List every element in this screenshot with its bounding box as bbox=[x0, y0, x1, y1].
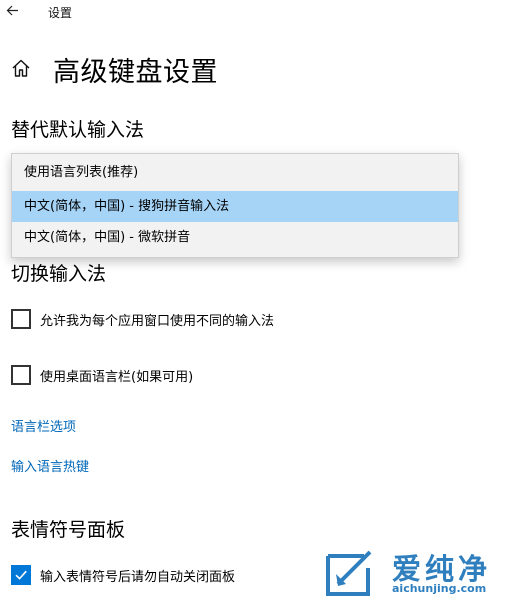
checkbox-box-checked[interactable] bbox=[11, 565, 31, 585]
dropdown-option-sogou[interactable]: 中文(简体，中国) - 搜狗拼音输入法 bbox=[12, 191, 458, 222]
checkbox-box[interactable] bbox=[11, 309, 31, 329]
window-title: 设置 bbox=[48, 6, 73, 20]
checkbox-keep-emoji-panel[interactable]: 输入表情符号后请勿自动关闭面板 bbox=[11, 565, 261, 585]
checkbox-per-app-input[interactable]: 允许我为每个应用窗口使用不同的输入法 bbox=[11, 309, 311, 329]
checkbox-desktop-language-bar[interactable]: 使用桌面语言栏(如果可用) bbox=[11, 365, 211, 385]
page-title: 高级键盘设置 bbox=[53, 57, 218, 88]
watermark-logo-icon bbox=[326, 550, 372, 596]
watermark-url: aichunjing.com bbox=[392, 582, 487, 595]
back-arrow-icon bbox=[6, 5, 18, 16]
back-button[interactable] bbox=[2, 1, 24, 21]
checkmark-icon bbox=[15, 570, 27, 580]
link-language-bar-options[interactable]: 语言栏选项 bbox=[11, 416, 76, 435]
dropdown-option-language-list[interactable]: 使用语言列表(推荐) bbox=[12, 157, 458, 188]
section-title-emoji: 表情符号面板 bbox=[11, 519, 126, 541]
home-icon[interactable] bbox=[10, 57, 32, 79]
section-title-switching: 切换输入法 bbox=[11, 263, 107, 285]
checkbox-label: 输入表情符号后请勿自动关闭面板 bbox=[40, 570, 236, 585]
link-input-language-hotkeys[interactable]: 输入语言热键 bbox=[11, 456, 89, 475]
title-bar: 设置 bbox=[0, 0, 514, 24]
checkbox-label: 使用桌面语言栏(如果可用) bbox=[40, 370, 194, 385]
input-method-dropdown-list[interactable]: 使用语言列表(推荐) 中文(简体，中国) - 搜狗拼音输入法 中文(简体，中国)… bbox=[11, 153, 459, 258]
dropdown-option-microsoft-pinyin[interactable]: 中文(简体，中国) - 微软拼音 bbox=[12, 222, 458, 253]
watermark: 爱纯净 aichunjing.com bbox=[318, 546, 514, 602]
checkbox-box[interactable] bbox=[11, 365, 31, 385]
checkbox-label: 允许我为每个应用窗口使用不同的输入法 bbox=[40, 314, 275, 329]
page-header: 高级键盘设置 bbox=[0, 48, 514, 88]
section-title-override: 替代默认输入法 bbox=[11, 119, 145, 141]
